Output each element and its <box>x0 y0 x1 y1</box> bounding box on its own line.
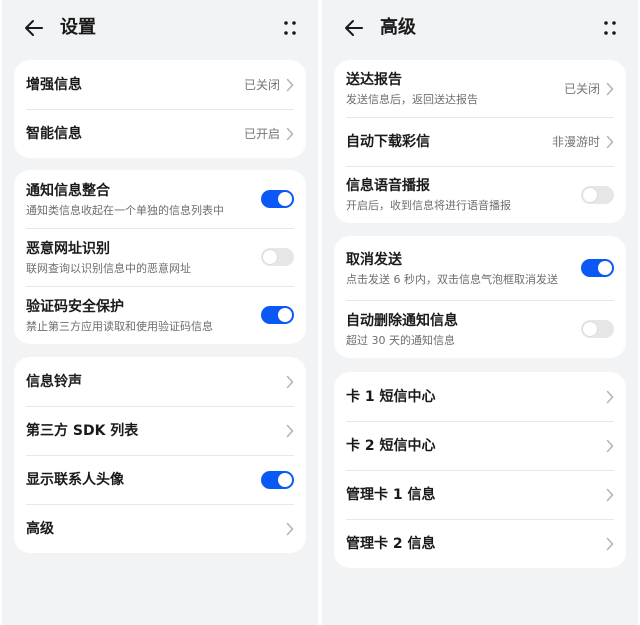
row-label: 显示联系人头像 <box>26 471 124 488</box>
notification-merge-toggle[interactable] <box>261 190 294 208</box>
row-description: 禁止第三方应用读取和使用验证码信息 <box>26 319 213 333</box>
row-description: 发送信息后，返回送达报告 <box>346 93 478 106</box>
row-label: 恶意网址识别 <box>26 240 110 257</box>
row-label: 自动下载彩信 <box>346 133 430 150</box>
auto-delete-notification-row: 自动删除通知信息 超过 30 天的通知信息 <box>334 300 626 358</box>
row-description: 联网查询以识别信息中的恶意网址 <box>26 261 191 275</box>
more-dots-icon[interactable] <box>600 16 620 40</box>
row-value: 已开启 <box>243 127 280 141</box>
show-contact-avatar-row: 显示联系人头像 <box>14 455 306 504</box>
row-label: 卡 2 短信中心 <box>346 437 436 454</box>
show-contact-avatar-toggle[interactable] <box>261 470 294 489</box>
cancel-send-row: 取消发送 点击发送 6 秒内，双击信息气泡框取消发送 <box>334 236 626 300</box>
third-party-sdk-row[interactable]: 第三方 SDK 列表 <box>14 406 306 455</box>
chevron-right-icon <box>606 390 614 403</box>
chevron-right-icon <box>606 537 614 550</box>
auto-delete-notification-toggle[interactable] <box>581 320 614 338</box>
smart-info-row[interactable]: 智能信息 已开启 <box>14 109 306 158</box>
voice-broadcast-toggle[interactable] <box>581 185 614 204</box>
row-description: 通知类信息收起在一个单独的信息列表中 <box>26 203 224 217</box>
cancel-send-toggle[interactable] <box>581 259 614 277</box>
settings-card-info: 增强信息 已关闭 智能信息 已开启 <box>14 60 306 158</box>
delivery-report-row[interactable]: 送达报告 发送信息后，返回送达报告 已关闭 <box>334 60 626 117</box>
chevron-right-icon <box>286 78 294 91</box>
sim1-sms-center-row[interactable]: 卡 1 短信中心 <box>334 372 626 421</box>
chevron-right-icon <box>286 424 294 437</box>
row-description: 超过 30 天的通知信息 <box>346 333 455 347</box>
manage-sim2-messages-row[interactable]: 管理卡 2 信息 <box>334 519 626 568</box>
settings-card-misc: 信息铃声 第三方 SDK 列表 显示联系人头像 高级 <box>14 357 306 553</box>
message-ringtone-row[interactable]: 信息铃声 <box>14 357 306 406</box>
chevron-right-icon <box>286 127 294 140</box>
enhanced-info-row[interactable]: 增强信息 已关闭 <box>14 60 306 109</box>
page-title: 高级 <box>380 17 416 38</box>
chevron-right-icon <box>286 375 294 388</box>
settings-panel: 设置 增强信息 已关闭 智能信息 已开启 通知信息整合 通知类信息收起在一个单独… <box>2 0 318 625</box>
advanced-panel: 高级 送达报告 发送信息后，返回送达报告 已关闭 自动下载彩信 非漫游时 信息语… <box>322 0 638 625</box>
back-arrow-icon[interactable] <box>22 16 46 40</box>
malicious-url-toggle[interactable] <box>261 248 294 266</box>
settings-card-security: 通知信息整合 通知类信息收起在一个单独的信息列表中 恶意网址识别 联网查询以识别… <box>14 170 306 344</box>
page-title: 设置 <box>60 17 96 38</box>
row-description: 开启后，收到信息将进行语音播报 <box>346 199 511 212</box>
back-arrow-icon[interactable] <box>342 16 366 40</box>
advanced-card-sim: 卡 1 短信中心 卡 2 短信中心 管理卡 1 信息 管理卡 2 信息 <box>334 372 626 568</box>
chevron-right-icon <box>606 488 614 501</box>
advanced-header: 高级 <box>322 0 638 56</box>
row-label: 取消发送 <box>346 251 402 268</box>
row-description: 点击发送 6 秒内，双击信息气泡框取消发送 <box>346 272 558 286</box>
row-label: 通知信息整合 <box>26 182 110 199</box>
verification-code-row: 验证码安全保护 禁止第三方应用读取和使用验证码信息 <box>14 286 306 344</box>
row-label: 信息铃声 <box>26 373 82 390</box>
row-label: 智能信息 <box>26 125 82 142</box>
chevron-right-icon <box>606 82 614 95</box>
advanced-card-delivery: 送达报告 发送信息后，返回送达报告 已关闭 自动下载彩信 非漫游时 信息语音播报… <box>334 60 626 223</box>
row-label: 自动删除通知信息 <box>346 312 458 329</box>
row-value: 非漫游时 <box>551 135 600 149</box>
advanced-card-sending: 取消发送 点击发送 6 秒内，双击信息气泡框取消发送 自动删除通知信息 超过 3… <box>334 236 626 358</box>
notification-merge-row: 通知信息整合 通知类信息收起在一个单独的信息列表中 <box>14 170 306 228</box>
row-label: 增强信息 <box>26 76 82 93</box>
row-label: 验证码安全保护 <box>26 298 124 315</box>
auto-download-mms-row[interactable]: 自动下载彩信 非漫游时 <box>334 117 626 166</box>
chevron-right-icon <box>606 439 614 452</box>
malicious-url-row: 恶意网址识别 联网查询以识别信息中的恶意网址 <box>14 228 306 286</box>
advanced-row[interactable]: 高级 <box>14 504 306 553</box>
verification-code-toggle[interactable] <box>261 306 294 324</box>
row-label: 管理卡 2 信息 <box>346 535 436 552</box>
manage-sim1-messages-row[interactable]: 管理卡 1 信息 <box>334 470 626 519</box>
row-label: 管理卡 1 信息 <box>346 486 436 503</box>
more-dots-icon[interactable] <box>280 16 300 40</box>
row-label: 卡 1 短信中心 <box>346 388 436 405</box>
sim2-sms-center-row[interactable]: 卡 2 短信中心 <box>334 421 626 470</box>
row-label: 第三方 SDK 列表 <box>26 422 139 439</box>
chevron-right-icon <box>286 522 294 535</box>
row-value: 已关闭 <box>243 78 280 92</box>
voice-broadcast-row: 信息语音播报 开启后，收到信息将进行语音播报 <box>334 166 626 223</box>
row-value: 已关闭 <box>563 82 600 96</box>
row-label: 信息语音播报 <box>346 178 430 194</box>
row-label: 高级 <box>26 520 54 537</box>
row-label: 送达报告 <box>346 72 402 88</box>
settings-header: 设置 <box>2 0 318 56</box>
chevron-right-icon <box>606 135 614 148</box>
